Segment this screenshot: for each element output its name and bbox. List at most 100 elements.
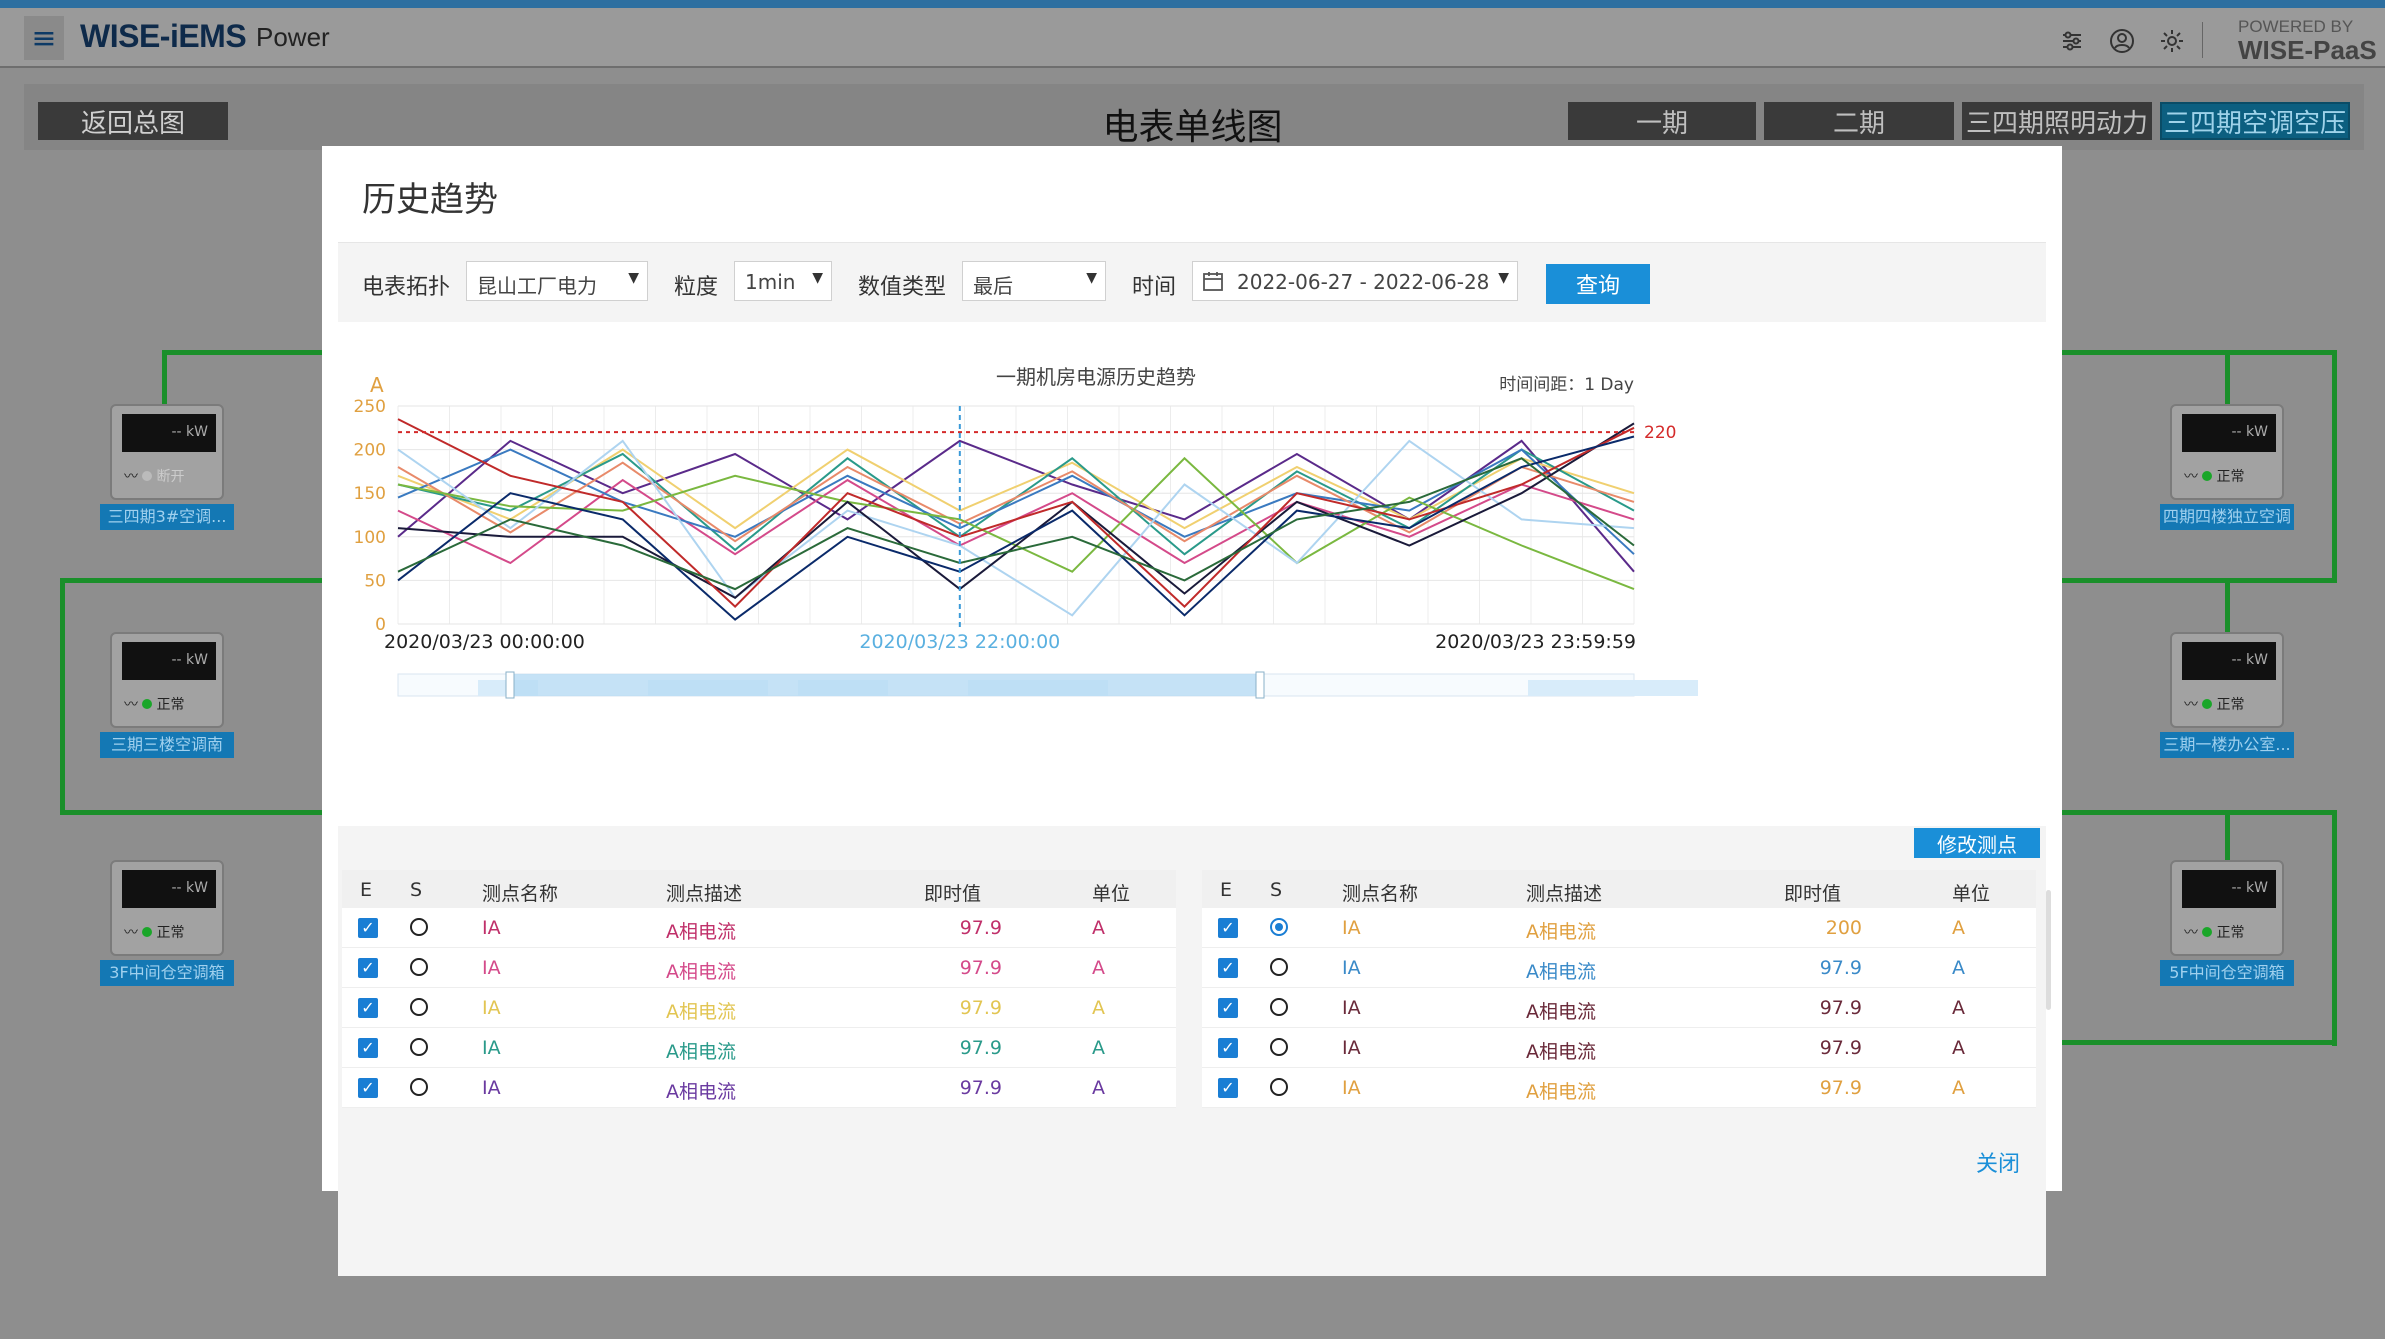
col-name: 测点名称 (482, 883, 559, 905)
point-unit: A (1092, 957, 1105, 979)
user-icon[interactable] (2105, 24, 2139, 58)
meter-card[interactable]: -- kW 〰 正常 3F中间仓空调箱 (100, 860, 234, 986)
history-trend-modal: 历史趋势 电表拓扑 昆山工厂电力 ▼ 粒度 1min ▼ 数值类型 最后 ▼ 时间 2… (322, 146, 2062, 1276)
sliders-icon[interactable] (2055, 24, 2089, 58)
point-unit: A (1092, 1077, 1105, 1099)
filter-toolbar: 电表拓扑 昆山工厂电力 ▼ 粒度 1min ▼ 数值类型 最后 ▼ 时间 2022-0… (338, 242, 2046, 322)
zoom-slider-window (510, 674, 1260, 696)
wire (162, 350, 322, 355)
meter-status-row: 〰 正常 (2184, 466, 2244, 486)
table-scrollbar[interactable] (2046, 890, 2051, 1010)
meter-status: 正常 (2216, 469, 2245, 485)
chevron-down-icon: ▼ (812, 270, 823, 286)
meter-body: -- kW 〰 断开 (110, 404, 224, 500)
table-row[interactable]: ✓ IA A相电流 97.9 A (342, 948, 1176, 988)
top-accent-stripe (0, 0, 2385, 8)
phase-tab-4[interactable]: 三四期空调空压 (2160, 102, 2350, 140)
status-dot (142, 471, 153, 481)
x-tick-label: 2020/03/23 22:00:00 (859, 631, 1060, 653)
meter-body: -- kW 〰 正常 (110, 632, 224, 728)
meter-status: 正常 (2216, 697, 2245, 713)
meter-card[interactable]: -- kW 〰 正常 三期三楼空调南 (100, 632, 234, 758)
meter-status-row: 〰 正常 (124, 694, 184, 714)
wire (2332, 810, 2337, 1046)
meter-display: -- kW (122, 414, 216, 452)
powered-by-brand: WISE-PaaS (2238, 35, 2377, 65)
top-icons (2055, 24, 2189, 58)
table-row[interactable]: ✓ IA A相电流 97.9 A (1202, 1028, 2036, 1068)
table-header: E S 测点名称 测点描述 即时值 单位 (342, 870, 1176, 908)
meter-label: 三期一楼办公室... (2160, 732, 2294, 758)
meter-card[interactable]: -- kW 〰 断开 三四期3#空调... (100, 404, 234, 530)
y-tick-label: 50 (364, 571, 386, 591)
zoom-slider-preview (1638, 680, 1698, 696)
phase-tab-2[interactable]: 二期 (1764, 102, 1954, 140)
topology-select[interactable]: 昆山工厂电力 ▼ (466, 261, 648, 301)
wire (2062, 810, 2337, 815)
meter-card[interactable]: -- kW 〰 正常 三期一楼办公室... (2160, 632, 2294, 758)
phase-tab-1[interactable]: 一期 (1568, 102, 1756, 140)
phase-tab-3[interactable]: 三四期照明动力 (1962, 102, 2152, 140)
table-body-left: ✓ IA A相电流 97.9 A ✓ IA A相电流 97.9 A ✓ IA A相电流 97.9 A ✓ IA A… (342, 908, 1176, 1108)
table-row[interactable]: ✓ IA A相电流 97.9 A (1202, 988, 2036, 1028)
meter-display: -- kW (2182, 642, 2276, 680)
table-row[interactable]: ✓ IA A相电流 200 A (1202, 908, 2036, 948)
point-unit: A (1092, 917, 1105, 939)
meter-body: -- kW 〰 正常 (2170, 860, 2284, 956)
point-value: 97.9 (1819, 997, 1862, 1019)
table-row[interactable]: ✓ IA A相电流 97.9 A (342, 1068, 1176, 1108)
hamburger-icon[interactable]: ≡ (24, 16, 64, 60)
wire (2225, 350, 2230, 405)
meter-status-row: 〰 断开 (124, 466, 184, 486)
query-button[interactable]: 查询 (1546, 264, 1650, 304)
granularity-select[interactable]: 1min ▼ (734, 261, 832, 301)
threshold-label: 220 (1644, 423, 1676, 443)
table-row[interactable]: ✓ IA A相电流 97.9 A (1202, 948, 2036, 988)
point-unit: A (1092, 997, 1105, 1019)
wire (2225, 810, 2230, 865)
chart-title: 一期机房电源历史趋势 (996, 365, 1196, 389)
meter-body: -- kW 〰 正常 (110, 860, 224, 956)
chevron-down-icon: ▼ (628, 270, 639, 286)
point-unit: A (1952, 1077, 1965, 1099)
wire (60, 810, 322, 815)
point-unit: A (1092, 1037, 1105, 1059)
status-dot (142, 699, 153, 709)
col-e: E (360, 879, 373, 901)
point-unit: A (1952, 1037, 1965, 1059)
trend-chart[interactable]: 050100150200250A 一期机房电源历史趋势 时间间距：1 Day2202… (338, 328, 2046, 828)
calendar-icon (1201, 269, 1225, 298)
meter-status-row: 〰 正常 (2184, 922, 2244, 942)
edit-points-button[interactable]: 修改测点 (1914, 828, 2040, 858)
meter-card[interactable]: -- kW 〰 正常 5F中间仓空调箱 (2160, 860, 2294, 986)
meter-card[interactable]: -- kW 〰 正常 四期四楼独立空调 (2160, 404, 2294, 530)
point-value: 97.9 (959, 1077, 1002, 1099)
zoom-slider-preview (1528, 680, 1648, 696)
status-dot (2202, 927, 2213, 937)
powered-by-line1: POWERED BY (2238, 17, 2354, 36)
table-row[interactable]: ✓ IA A相电流 97.9 A (342, 1028, 1176, 1068)
table-row[interactable]: ✓ IA A相电流 97.9 A (1202, 1068, 2036, 1108)
topology-label: 电表拓扑 (362, 275, 451, 300)
close-button[interactable]: 关闭 (1976, 1146, 2020, 1178)
zoom-slider-handle-right (1255, 671, 1265, 699)
gear-icon[interactable] (2155, 24, 2189, 58)
chevron-down-icon: ▼ (1086, 270, 1097, 286)
meter-label: 三期三楼空调南 (100, 732, 234, 758)
table-row[interactable]: ✓ IA A相电流 97.9 A (342, 988, 1176, 1028)
value-type-value: 最后 (973, 274, 1013, 298)
date-range-picker[interactable]: 2022-06-27 - 2022-06-28 ▼ (1192, 261, 1518, 301)
meter-status: 正常 (2216, 925, 2245, 941)
app-product-name: Power (256, 22, 330, 52)
table-row[interactable]: ✓ IA A相电流 97.9 A (342, 908, 1176, 948)
x-tick-label: 2020/03/23 23:59:59 (1435, 631, 1636, 653)
meter-label: 三四期3#空调... (100, 504, 234, 530)
status-dot (142, 927, 153, 937)
col-unit: 单位 (1952, 883, 1991, 905)
trend-icon: 〰 (124, 469, 138, 485)
trend-icon: 〰 (124, 697, 138, 713)
value-type-select[interactable]: 最后 ▼ (962, 261, 1106, 301)
x-tick-label: 2020/03/23 00:00:00 (384, 631, 585, 653)
zoom-slider-handle-left (505, 671, 515, 699)
meter-label: 3F中间仓空调箱 (100, 960, 234, 986)
